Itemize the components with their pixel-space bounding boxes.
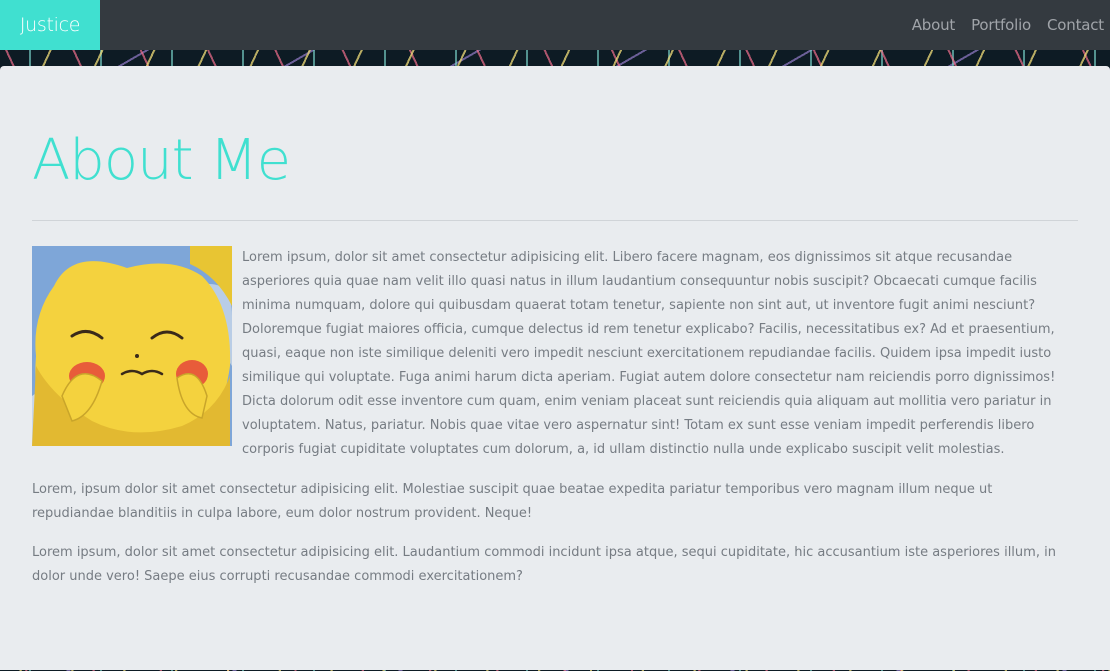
title-divider (32, 220, 1078, 221)
brand-logo[interactable]: Justice (0, 0, 100, 50)
nav-link-about[interactable]: About (912, 16, 956, 34)
pikachu-image (32, 246, 232, 446)
paragraph-2: Lorem, ipsum dolor sit amet consectetur … (32, 482, 993, 521)
nav-link-portfolio[interactable]: Portfolio (971, 16, 1031, 34)
navbar: Justice About Portfolio Contact (0, 0, 1110, 50)
about-content: Lorem ipsum, dolor sit amet consectetur … (32, 246, 1078, 604)
page-title: About Me (32, 128, 291, 193)
paragraph-3: Lorem ipsum, dolor sit amet consectetur … (32, 545, 1056, 584)
nav-link-contact[interactable]: Contact (1047, 16, 1104, 34)
nav-links: About Portfolio Contact (896, 0, 1104, 50)
about-card: About Me Lorem ipsum, dolor sit amet con… (0, 66, 1110, 670)
